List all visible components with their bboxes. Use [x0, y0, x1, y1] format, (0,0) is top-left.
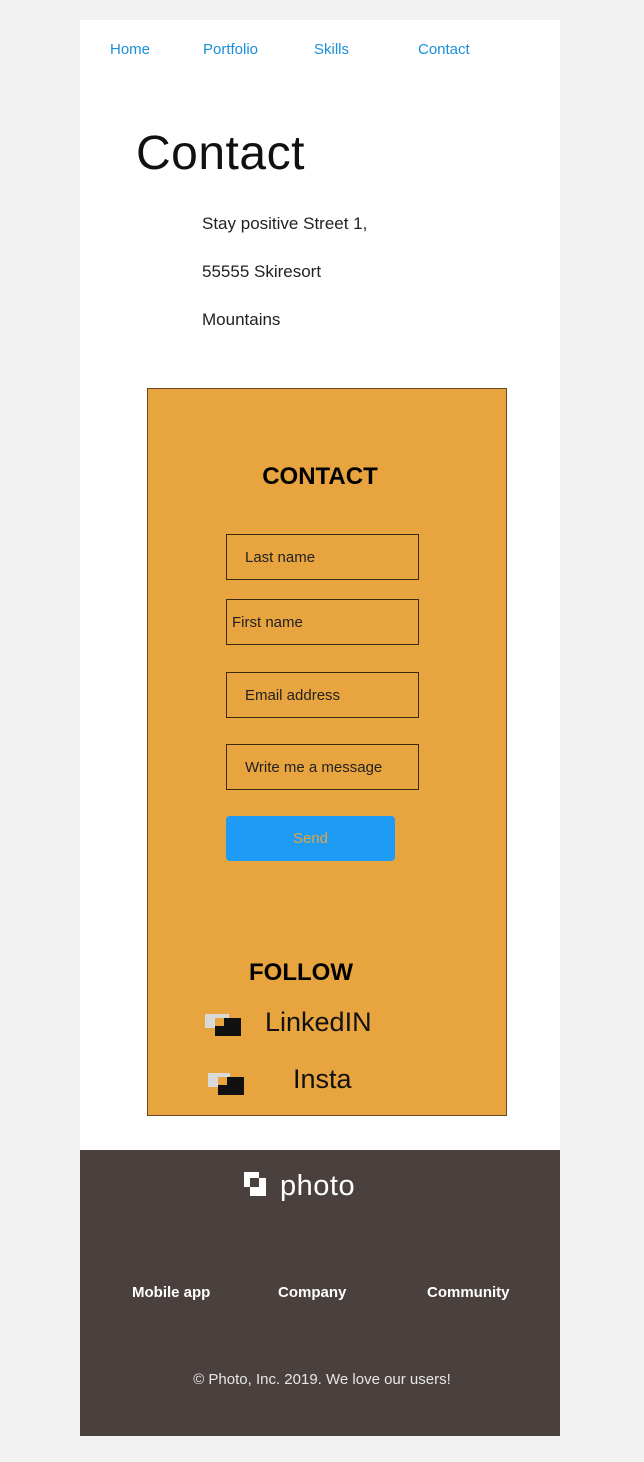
nav-skills-link[interactable]: Skills: [314, 41, 349, 58]
page-content: Home Portfolio Skills Contact Contact St…: [80, 20, 560, 1150]
email-input[interactable]: [226, 672, 419, 718]
photo-logo-icon: [208, 1073, 244, 1095]
linkedin-link[interactable]: LinkedIN: [205, 1007, 395, 1041]
insta-label: Insta: [293, 1064, 352, 1094]
photo-logo-icon: [244, 1172, 266, 1201]
contact-form-heading: CONTACT: [262, 463, 378, 490]
footer-brand-name: photo: [280, 1170, 356, 1202]
send-button[interactable]: Send: [226, 816, 395, 861]
footer-copyright: © Photo, Inc. 2019. We love our users!: [193, 1371, 451, 1388]
footer-mobile-app-link[interactable]: Mobile app: [132, 1284, 210, 1301]
top-nav: Home Portfolio Skills Contact: [80, 20, 560, 80]
photo-logo-icon: [205, 1014, 241, 1036]
address-line-1: Stay positive Street 1,: [202, 214, 368, 233]
message-input[interactable]: [226, 744, 419, 790]
page-title: Contact: [136, 127, 305, 180]
site-footer: photo Mobile app Company Community © Pho…: [80, 1150, 560, 1436]
address-line-2: 55555 Skiresort: [202, 262, 322, 281]
nav-contact-link[interactable]: Contact: [418, 41, 470, 58]
footer-community-link[interactable]: Community: [427, 1284, 510, 1301]
nav-home-link[interactable]: Home: [110, 41, 150, 58]
footer-brand: photo: [244, 1170, 355, 1203]
address-line-3: Mountains: [202, 310, 281, 329]
first-name-input[interactable]: [226, 599, 419, 645]
footer-company-link[interactable]: Company: [278, 1284, 346, 1301]
last-name-input[interactable]: [226, 534, 419, 580]
linkedin-label: LinkedIN: [265, 1007, 372, 1037]
contact-panel: CONTACT Send FOLLOW LinkedIN: [147, 388, 507, 1116]
insta-link[interactable]: Insta: [208, 1064, 368, 1100]
follow-heading: FOLLOW: [249, 959, 353, 986]
nav-portfolio-link[interactable]: Portfolio: [203, 41, 258, 58]
